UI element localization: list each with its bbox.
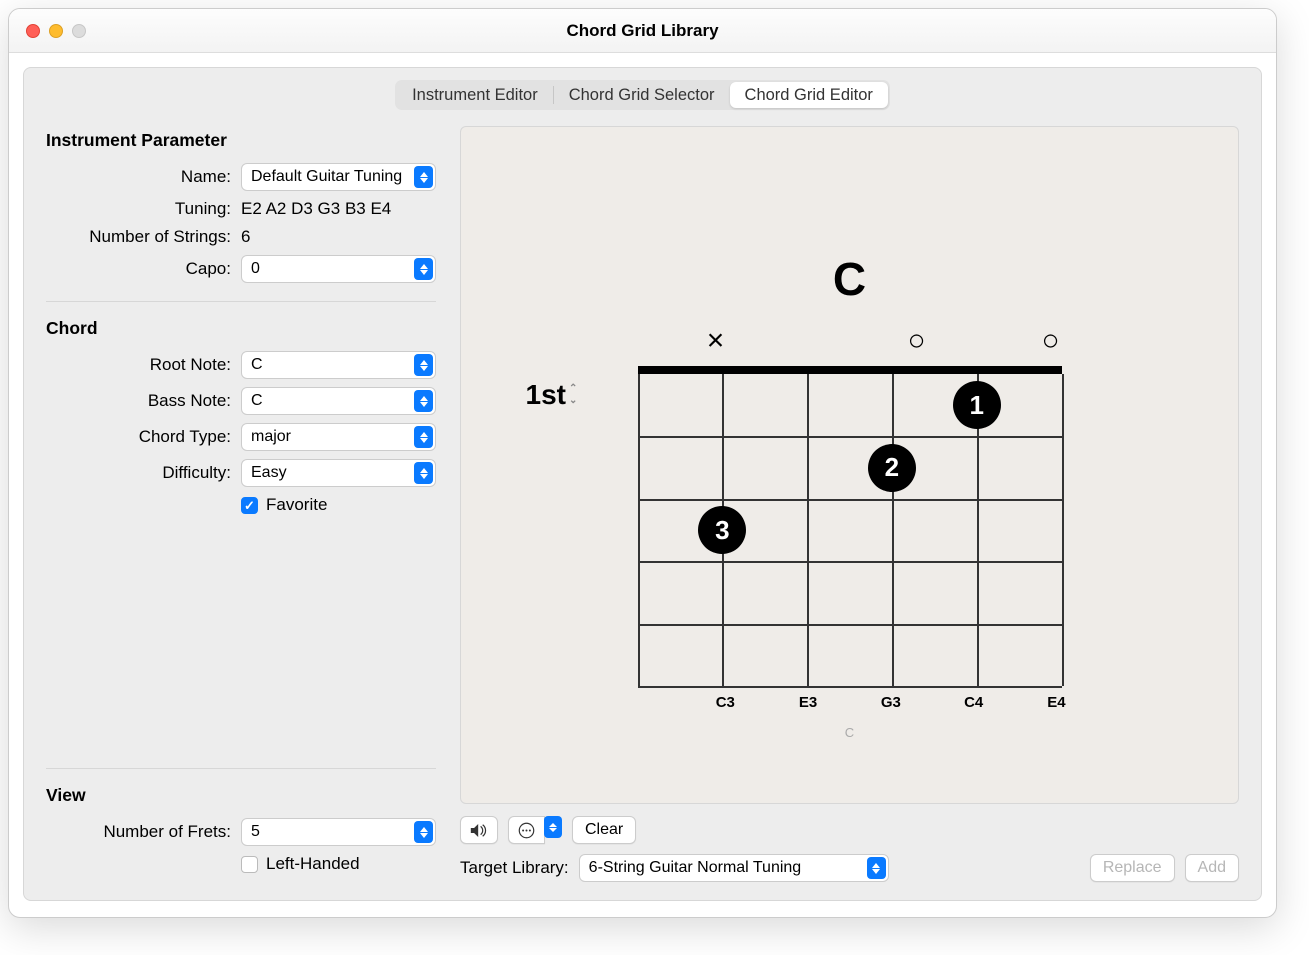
- strings-value: 6: [241, 227, 250, 247]
- tab-segmented: Instrument Editor Chord Grid Selector Ch…: [395, 80, 890, 110]
- type-value: major: [251, 428, 291, 446]
- target-value: 6-String Guitar Normal Tuning: [589, 859, 802, 877]
- nut-mark: [772, 326, 794, 356]
- bass-label: Bass Note:: [46, 391, 241, 411]
- left-handed-row[interactable]: Left-Handed: [241, 854, 360, 874]
- tab-chord-grid-selector[interactable]: Chord Grid Selector: [554, 82, 730, 108]
- left-handed-label: Left-Handed: [266, 854, 360, 874]
- type-label: Chord Type:: [46, 427, 241, 447]
- dropdown-arrows-icon[interactable]: [544, 816, 562, 838]
- root-label: Root Note:: [46, 355, 241, 375]
- options-button[interactable]: [508, 816, 545, 844]
- dropdown-arrows-icon: [414, 258, 433, 280]
- divider: [46, 768, 436, 769]
- tab-chord-grid-editor[interactable]: Chord Grid Editor: [730, 82, 888, 108]
- frets-value: 5: [251, 823, 260, 841]
- favorite-row[interactable]: Favorite: [241, 495, 327, 515]
- fret-grid[interactable]: 1 2 3: [638, 366, 1062, 686]
- dropdown-arrows-icon: [414, 166, 433, 188]
- main-row: Instrument Parameter Name: Default Guita…: [24, 120, 1261, 900]
- dropdown-arrows-icon: [414, 821, 433, 843]
- capo-select[interactable]: 0: [241, 255, 436, 283]
- strings-label: Number of Strings:: [46, 227, 241, 247]
- dropdown-arrows-icon: [867, 857, 886, 879]
- difficulty-label: Difficulty:: [46, 463, 241, 483]
- nut-mark: [973, 326, 995, 356]
- tuning-value: E2 A2 D3 G3 B3 E4: [241, 199, 391, 219]
- clear-button[interactable]: Clear: [572, 816, 636, 844]
- nut-mark-open: ○: [906, 326, 928, 356]
- play-sound-button[interactable]: [460, 816, 498, 844]
- left-panel: Instrument Parameter Name: Default Guita…: [46, 126, 436, 882]
- root-value: C: [251, 356, 263, 374]
- toolbar-row: Clear: [460, 816, 1239, 844]
- tuning-label: Tuning:: [46, 199, 241, 219]
- ellipsis-circle-icon: [518, 822, 535, 839]
- note-labels: C3 E3 G3 C4 E4: [630, 686, 1070, 711]
- fret-position-label[interactable]: 1st ⌃⌄: [526, 379, 578, 411]
- finger-dot-2[interactable]: 2: [868, 444, 916, 492]
- left-handed-checkbox[interactable]: [241, 856, 258, 873]
- tab-row: Instrument Editor Chord Grid Selector Ch…: [24, 68, 1261, 120]
- instrument-heading: Instrument Parameter: [46, 130, 436, 151]
- chord-sublabel: C: [630, 725, 1070, 740]
- window-title: Chord Grid Library: [9, 21, 1276, 41]
- dropdown-arrows-icon: [414, 354, 433, 376]
- capo-label: Capo:: [46, 259, 241, 279]
- favorite-checkbox[interactable]: [241, 497, 258, 514]
- name-value: Default Guitar Tuning: [251, 168, 402, 186]
- chord-name: C: [630, 252, 1070, 306]
- main-pane: Instrument Editor Chord Grid Selector Ch…: [23, 67, 1262, 901]
- target-library-select[interactable]: 6-String Guitar Normal Tuning: [579, 854, 889, 882]
- chord-diagram-area[interactable]: C 1st ⌃⌄ × ○: [460, 126, 1239, 804]
- chord-heading: Chord: [46, 318, 436, 339]
- finger-dot-1[interactable]: 1: [953, 381, 1001, 429]
- finger-dot-3[interactable]: 3: [698, 506, 746, 554]
- favorite-label: Favorite: [266, 495, 327, 515]
- target-row: Target Library: 6-String Guitar Normal T…: [460, 854, 1239, 882]
- content: Instrument Editor Chord Grid Selector Ch…: [9, 53, 1276, 917]
- frets-label: Number of Frets:: [46, 822, 241, 842]
- difficulty-value: Easy: [251, 464, 287, 482]
- name-label: Name:: [46, 167, 241, 187]
- bass-select[interactable]: C: [241, 387, 436, 415]
- view-heading: View: [46, 785, 436, 806]
- dropdown-arrows-icon: [414, 462, 433, 484]
- replace-button[interactable]: Replace: [1090, 854, 1175, 882]
- frets-select[interactable]: 5: [241, 818, 436, 846]
- options-split-button[interactable]: [508, 816, 562, 844]
- target-label: Target Library:: [460, 858, 569, 878]
- nut-mark-mute: ×: [705, 326, 727, 356]
- divider: [46, 301, 436, 302]
- root-select[interactable]: C: [241, 351, 436, 379]
- tab-instrument-editor[interactable]: Instrument Editor: [397, 82, 553, 108]
- titlebar: Chord Grid Library: [9, 9, 1276, 53]
- fret-stepper-icon[interactable]: ⌃⌄: [569, 384, 577, 406]
- nut-mark-open: ○: [1040, 326, 1062, 356]
- chord-grid: C 1st ⌃⌄ × ○: [630, 252, 1070, 740]
- capo-value: 0: [251, 260, 260, 278]
- dropdown-arrows-icon: [414, 390, 433, 412]
- bass-value: C: [251, 392, 263, 410]
- window: Chord Grid Library Instrument Editor Cho…: [8, 8, 1277, 918]
- nut-row: × ○ ○: [630, 326, 1070, 366]
- speaker-icon: [470, 823, 488, 838]
- right-panel: C 1st ⌃⌄ × ○: [460, 126, 1239, 882]
- nut-mark: [839, 326, 861, 356]
- dropdown-arrows-icon: [414, 426, 433, 448]
- name-select[interactable]: Default Guitar Tuning: [241, 163, 436, 191]
- add-button[interactable]: Add: [1185, 854, 1239, 882]
- difficulty-select[interactable]: Easy: [241, 459, 436, 487]
- type-select[interactable]: major: [241, 423, 436, 451]
